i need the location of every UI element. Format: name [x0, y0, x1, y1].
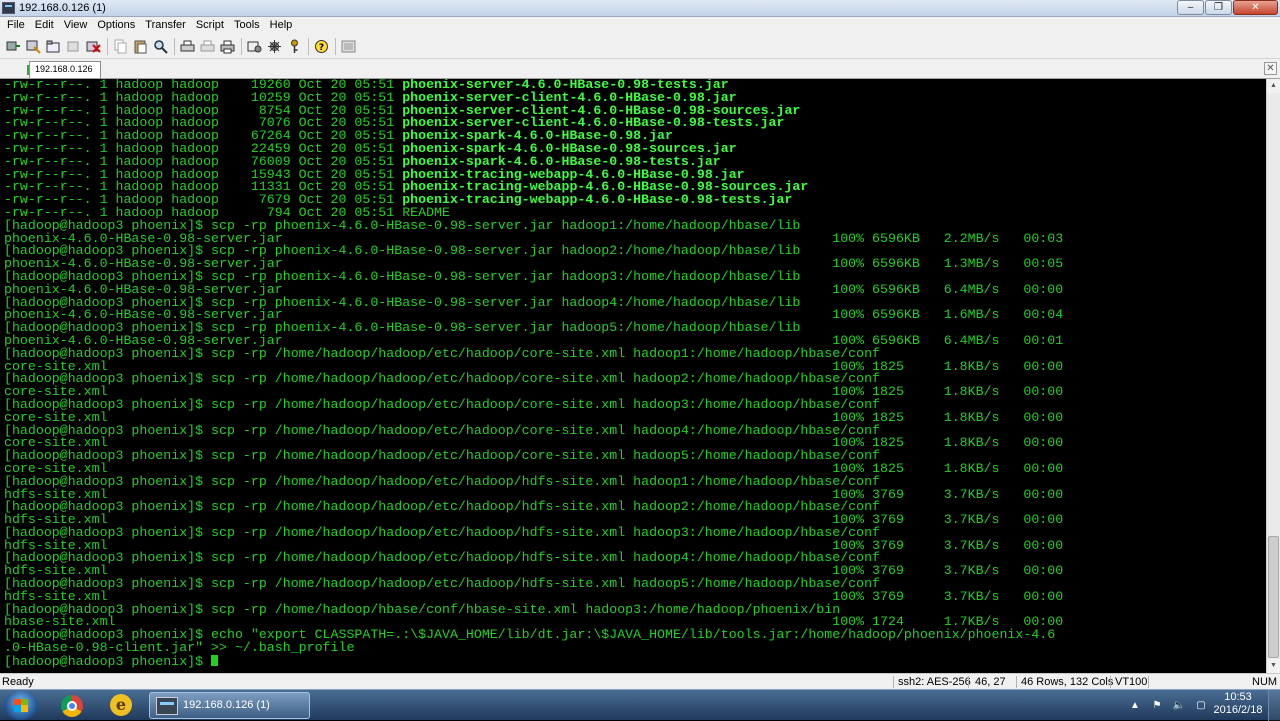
menu-help[interactable]: Help [265, 17, 298, 34]
status-divider [1148, 676, 1149, 688]
file-name: phoenix-tracing-webapp-4.6.0-HBase-0.98-… [402, 192, 793, 208]
menu-tools[interactable]: Tools [229, 17, 265, 34]
status-cursor-position: 46, 27 [975, 676, 1006, 688]
toolbar: ? [0, 34, 1280, 59]
connect-tab-icon[interactable] [45, 38, 62, 55]
window-controls: – ❐ ✕ [1177, 0, 1278, 15]
menu-script[interactable]: Script [191, 17, 229, 34]
menu-edit[interactable]: Edit [30, 17, 59, 34]
session-options-icon[interactable] [246, 38, 263, 55]
taskbar-clock[interactable]: 10:53 2016/2/18 [1210, 691, 1266, 717]
title-bar: 192.168.0.126 (1) – ❐ ✕ [0, 0, 1280, 17]
chrome-icon [61, 695, 83, 717]
status-num-lock: NUM [1252, 676, 1278, 688]
terminal-app-icon [156, 697, 178, 715]
internet-explorer-icon: e [110, 694, 132, 716]
print-selection-icon[interactable] [199, 38, 216, 55]
status-cipher: ssh2: AES-256 [898, 676, 971, 688]
print-setup-icon[interactable] [179, 38, 196, 55]
shell-prompt: [hadoop@hadoop3 phoenix]$ [4, 653, 212, 669]
menu-view[interactable]: View [59, 17, 93, 34]
status-bar: Ready ssh2: AES-256 46, 27 46 Rows, 132 … [0, 673, 1280, 689]
restore-button[interactable]: ❐ [1205, 0, 1232, 15]
window-title: 192.168.0.126 (1) [19, 2, 106, 14]
ie-taskbar-icon[interactable]: e [101, 693, 139, 719]
print-icon[interactable] [219, 38, 236, 55]
taskbar-app-label: 192.168.0.126 (1) [183, 699, 270, 711]
terminal-output[interactable]: -rw-r--r--. 1 hadoop hadoop 19260 Oct 20… [0, 79, 1266, 673]
network-icon[interactable]: ▢ [1194, 698, 1208, 712]
scrollbar-thumb[interactable] [1268, 536, 1279, 658]
toolbar-separator [174, 37, 175, 55]
reconnect-icon[interactable] [65, 38, 82, 55]
volume-icon[interactable]: 🔈 [1172, 698, 1186, 712]
copy-icon[interactable] [112, 38, 129, 55]
toolbar-separator [308, 37, 309, 55]
windows-logo-icon [14, 699, 28, 712]
scroll-up-icon[interactable]: ▲ [1267, 79, 1280, 93]
terminal-scrollbar[interactable]: ▲ ▼ [1266, 79, 1280, 673]
flag-icon[interactable]: ⚑ [1150, 698, 1164, 712]
system-tray: ▲ ⚑ 🔈 ▢ [1128, 695, 1208, 715]
status-divider [1016, 676, 1017, 688]
taskbar-app-securecrt[interactable]: 192.168.0.126 (1) [149, 692, 310, 719]
taskbar: e 192.168.0.126 (1) ▲ ⚑ 🔈 ▢ 10:53 2016/2… [0, 689, 1280, 721]
find-icon[interactable] [152, 38, 169, 55]
minimize-button[interactable]: – [1177, 0, 1204, 15]
connect-icon[interactable] [5, 38, 22, 55]
clock-time: 10:53 [1224, 691, 1252, 703]
status-divider [968, 676, 969, 688]
tab-session[interactable]: 192.168.0.126 (1) [27, 61, 101, 89]
status-divider [893, 676, 894, 688]
status-text: Ready [2, 676, 34, 688]
status-terminal-size: 46 Rows, 132 Cols [1021, 676, 1114, 688]
toolbar-separator [107, 37, 108, 55]
start-button[interactable] [4, 691, 38, 720]
toolbar-separator [335, 37, 336, 55]
menu-file[interactable]: File [2, 17, 30, 34]
menu-options[interactable]: Options [92, 17, 140, 34]
chrome-taskbar-icon[interactable] [53, 693, 91, 719]
close-button[interactable]: ✕ [1233, 0, 1278, 15]
clock-date: 2016/2/18 [1213, 704, 1263, 716]
menu-bar: File Edit View Options Transfer Script T… [0, 17, 1280, 34]
status-emulation: VT100 [1115, 676, 1148, 688]
app-icon[interactable] [2, 2, 15, 14]
show-desktop-button[interactable] [1268, 690, 1280, 721]
global-options-icon[interactable] [266, 38, 283, 55]
close-tab-icon[interactable]: ✕ [1264, 62, 1277, 75]
svg-text:?: ? [319, 43, 324, 53]
paste-icon[interactable] [132, 38, 149, 55]
terminal-cursor [211, 654, 219, 666]
toolbar-separator [241, 37, 242, 55]
terminal-prompt-line: [hadoop@hadoop3 phoenix]$ [4, 655, 1266, 668]
keymap-icon[interactable] [286, 38, 303, 55]
scroll-down-icon[interactable]: ▼ [1267, 659, 1280, 673]
disconnect-icon[interactable] [85, 38, 102, 55]
show-hidden-icons-icon[interactable]: ▲ [1128, 698, 1142, 712]
connection-status-indicator [27, 65, 29, 75]
status-divider [1110, 676, 1111, 688]
sftp-icon[interactable] [340, 38, 357, 55]
help-icon[interactable]: ? [313, 38, 330, 55]
session-tab-strip: 192.168.0.126 (1) ✕ [0, 59, 1280, 89]
quick-connect-icon[interactable] [25, 38, 42, 55]
menu-transfer[interactable]: Transfer [140, 17, 191, 34]
